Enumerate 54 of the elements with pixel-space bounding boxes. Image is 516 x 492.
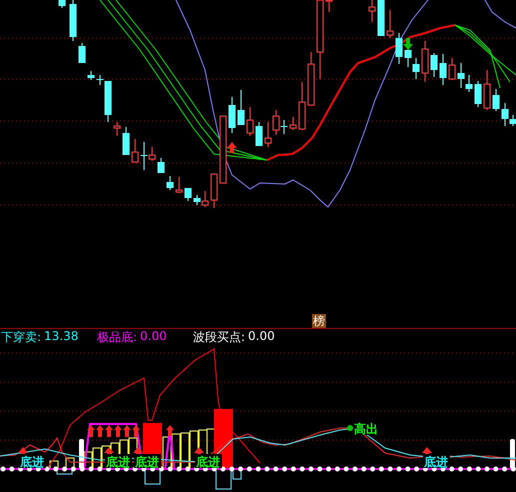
candlestick bbox=[484, 70, 490, 110]
ribbon-line bbox=[454, 24, 510, 82]
signal-label: 底进 bbox=[423, 454, 450, 469]
candlestick bbox=[378, 0, 384, 36]
candlestick bbox=[88, 70, 94, 80]
candlestick bbox=[368, 0, 376, 22]
ribbon-line bbox=[454, 24, 516, 76]
indicator-value: 0.00 bbox=[248, 328, 275, 344]
signal-label: 底进 bbox=[195, 454, 222, 469]
candlestick bbox=[448, 58, 456, 80]
candlestick bbox=[166, 176, 174, 190]
signal-label: 底进 bbox=[19, 454, 46, 469]
candlestick bbox=[210, 174, 218, 208]
ranking-badge[interactable]: 榜 bbox=[312, 314, 326, 328]
level-bar bbox=[510, 439, 515, 469]
level-bar bbox=[79, 439, 84, 469]
up-arrow-icon bbox=[227, 142, 237, 153]
candlestick bbox=[326, 0, 332, 12]
candlestick bbox=[386, 10, 394, 38]
dot-icon bbox=[347, 425, 353, 431]
candlestick bbox=[238, 90, 244, 126]
indicator-label: 波段买点: bbox=[193, 328, 246, 346]
candlestick bbox=[256, 122, 262, 146]
candlestick bbox=[396, 32, 402, 64]
ribbon-line bbox=[454, 24, 500, 88]
candlestick bbox=[122, 126, 130, 156]
candlestick bbox=[228, 96, 236, 134]
candlestick bbox=[184, 188, 192, 202]
candlestick bbox=[430, 52, 438, 78]
indicator-label: 下穿卖: bbox=[1, 328, 42, 346]
signal-label: 底进 bbox=[105, 454, 132, 469]
candlestick bbox=[440, 54, 446, 86]
signal-label: 底进 bbox=[134, 454, 161, 469]
candlestick bbox=[298, 82, 306, 130]
candlestick bbox=[158, 158, 164, 174]
candlestick bbox=[176, 176, 182, 194]
candlestick bbox=[308, 52, 314, 106]
up-arrow-icon bbox=[166, 425, 174, 436]
candlestick bbox=[422, 40, 428, 82]
candlestick bbox=[290, 116, 296, 130]
candlestick bbox=[58, 0, 66, 8]
indicator-value: 13.38 bbox=[44, 328, 78, 344]
candlestick bbox=[70, 0, 76, 42]
candlestick bbox=[78, 42, 86, 64]
candlestick bbox=[220, 116, 226, 184]
bollinger-band-line bbox=[484, 0, 516, 28]
indicator-value: 0.00 bbox=[140, 328, 167, 344]
candlestick bbox=[492, 88, 500, 112]
down-arrow-icon bbox=[403, 38, 413, 50]
candlestick bbox=[246, 106, 254, 136]
candlestick bbox=[114, 122, 120, 136]
candlestick bbox=[132, 138, 138, 162]
candlestick bbox=[474, 80, 482, 108]
indicator-label: 极品底: bbox=[97, 328, 138, 346]
